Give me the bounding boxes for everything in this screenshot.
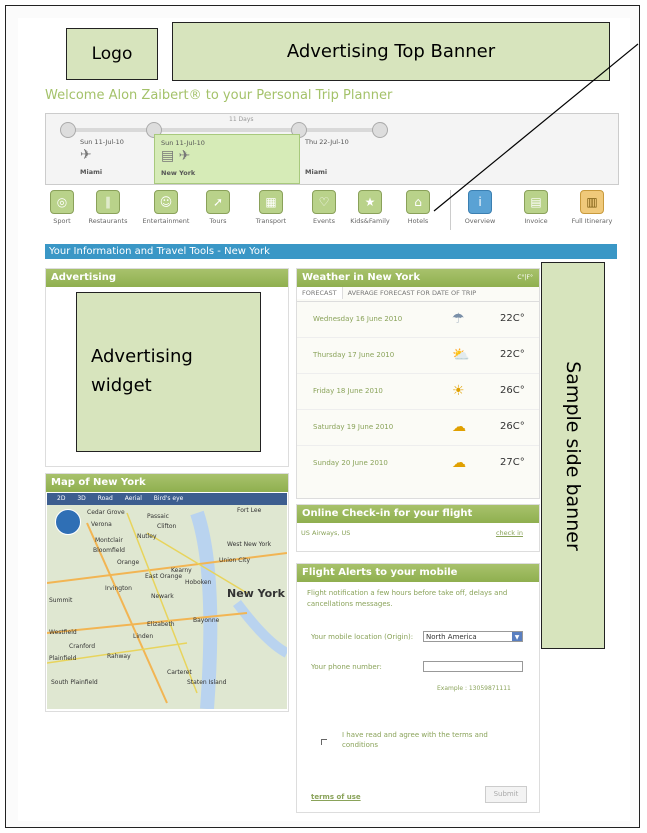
annotation-arrow (433, 43, 639, 212)
